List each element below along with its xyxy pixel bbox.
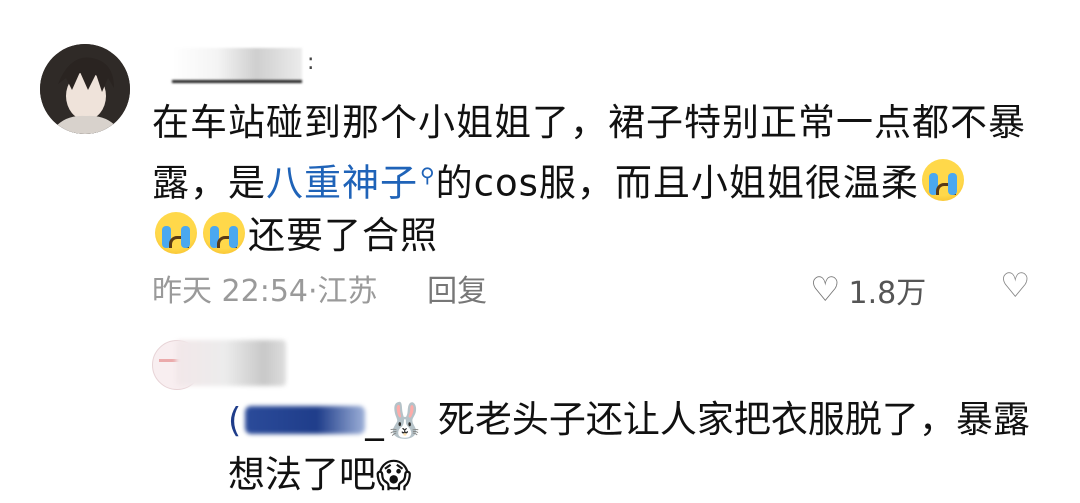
heart-icon[interactable]: ♡	[810, 273, 840, 307]
comment-body[interactable]: 在车站碰到那个小姐姐了，裙子特别正常一点都不暴露，是八重神子 ⚲的cos服，而且小…	[152, 96, 1052, 262]
comment-text-end: 还要了合照	[248, 214, 438, 258]
commenter-name-blurred[interactable]	[172, 48, 302, 83]
crying-emoji-icon	[921, 159, 964, 202]
reply-button[interactable]: 回复	[427, 274, 487, 309]
replier-name-blurred[interactable]	[176, 340, 286, 386]
commenter-name-tail: :	[307, 50, 315, 75]
comment-location: 江苏	[317, 274, 378, 309]
comment-meta: 昨天 22:54·江苏 回复	[152, 266, 487, 310]
mention-open: (	[228, 401, 242, 441]
like-button[interactable]: ♡ 1.8万	[810, 268, 926, 312]
mention-separator: _	[365, 398, 384, 441]
crying-emoji-icon	[155, 212, 197, 255]
rabbit-emoji-icon: 🐰	[383, 401, 427, 441]
reply-body[interactable]: ( _🐰 死老头子还让人家把衣服脱了，暴露 想法了吧😱	[228, 393, 1048, 503]
like-count: 1.8万	[848, 276, 927, 311]
search-icon[interactable]: ⚲	[420, 163, 436, 187]
location-separator: ·	[308, 274, 318, 309]
broken-heart-icon[interactable]: ♡	[1000, 266, 1030, 306]
crying-emoji-icon	[203, 212, 245, 255]
mention-name-blurred[interactable]	[245, 406, 366, 434]
comment-time: 昨天 22:54	[152, 274, 308, 309]
shocked-emoji-icon: 😱	[376, 456, 412, 496]
commenter-avatar[interactable]	[40, 44, 130, 134]
comment-text-middle: 的cos服，而且小姐姐很温柔	[435, 161, 919, 205]
topic-link[interactable]: 八重神子	[266, 161, 418, 204]
reply-text-line1: 死老头子还让人家把衣服脱了，暴露	[437, 398, 1030, 441]
reply-text-line2: 想法了吧	[228, 453, 376, 496]
